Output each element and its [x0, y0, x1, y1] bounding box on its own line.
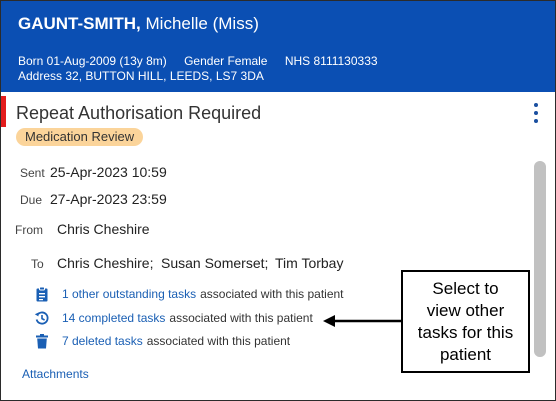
deleted-tasks-link[interactable]: 7 deleted tasks — [62, 334, 143, 348]
due-label: Due — [20, 193, 43, 207]
patient-gender: Gender Female — [184, 54, 268, 68]
callout-line: patient — [439, 345, 492, 364]
patient-surname: GAUNT-SMITH, — [18, 14, 141, 33]
to-label: To — [31, 257, 44, 271]
from-value: Chris Cheshire — [57, 221, 150, 237]
history-icon — [34, 310, 50, 326]
from-label: From — [15, 223, 43, 237]
deleted-tasks-row: 7 deleted tasks associated with this pat… — [34, 332, 290, 350]
sent-value: 25-Apr-2023 10:59 — [50, 164, 167, 180]
outstanding-tasks-row: 1 other outstanding tasks associated wit… — [34, 285, 344, 303]
completed-tasks-row: 14 completed tasks associated with this … — [34, 309, 313, 327]
patient-given-name: Michelle (Miss) — [145, 14, 259, 33]
callout-line: Select to — [432, 279, 499, 298]
scrollbar-thumb[interactable] — [534, 161, 546, 357]
callout-line: view other — [426, 301, 505, 320]
outstanding-tasks-suffix: associated with this patient — [200, 287, 344, 301]
patient-address: Address 32, BUTTON HILL, LEEDS, LS7 3DA — [18, 69, 264, 83]
outstanding-tasks-link[interactable]: 1 other outstanding tasks — [62, 287, 196, 301]
attachments-link[interactable]: Attachments — [22, 367, 89, 381]
task-panel: GAUNT-SMITH, Michelle (Miss) Born 01-Aug… — [0, 0, 556, 401]
to-recipient: Susan Somerset; — [161, 255, 269, 271]
completed-tasks-suffix: associated with this patient — [169, 311, 313, 325]
patient-demographics: Born 01-Aug-2009 (13y 8m) Gender Female … — [18, 54, 378, 68]
due-value: 27-Apr-2023 23:59 — [50, 191, 167, 207]
patient-born: Born 01-Aug-2009 (13y 8m) — [18, 54, 167, 68]
task-title: Repeat Authorisation Required — [16, 103, 262, 123]
callout-arrow — [323, 315, 401, 327]
priority-indicator — [1, 96, 6, 127]
patient-name: GAUNT-SMITH, Michelle (Miss) — [18, 14, 259, 34]
more-options-icon[interactable] — [529, 101, 543, 125]
trash-icon — [34, 333, 50, 349]
to-recipient: Tim Torbay — [275, 255, 344, 271]
patient-nhs-number: NHS 8111130333 — [284, 54, 378, 68]
clipboard-icon — [34, 286, 50, 302]
callout-line: tasks for this — [417, 323, 514, 342]
task-type-badge: Medication Review — [16, 128, 144, 146]
deleted-tasks-suffix: associated with this patient — [146, 334, 291, 348]
annotation-callout: Select to view other tasks for this pati… — [401, 270, 530, 373]
to-recipient: Chris Cheshire; — [57, 255, 154, 271]
completed-tasks-link[interactable]: 14 completed tasks — [62, 311, 165, 325]
patient-banner: GAUNT-SMITH, Michelle (Miss) Born 01-Aug… — [1, 1, 555, 92]
sent-label: Sent — [20, 166, 45, 180]
